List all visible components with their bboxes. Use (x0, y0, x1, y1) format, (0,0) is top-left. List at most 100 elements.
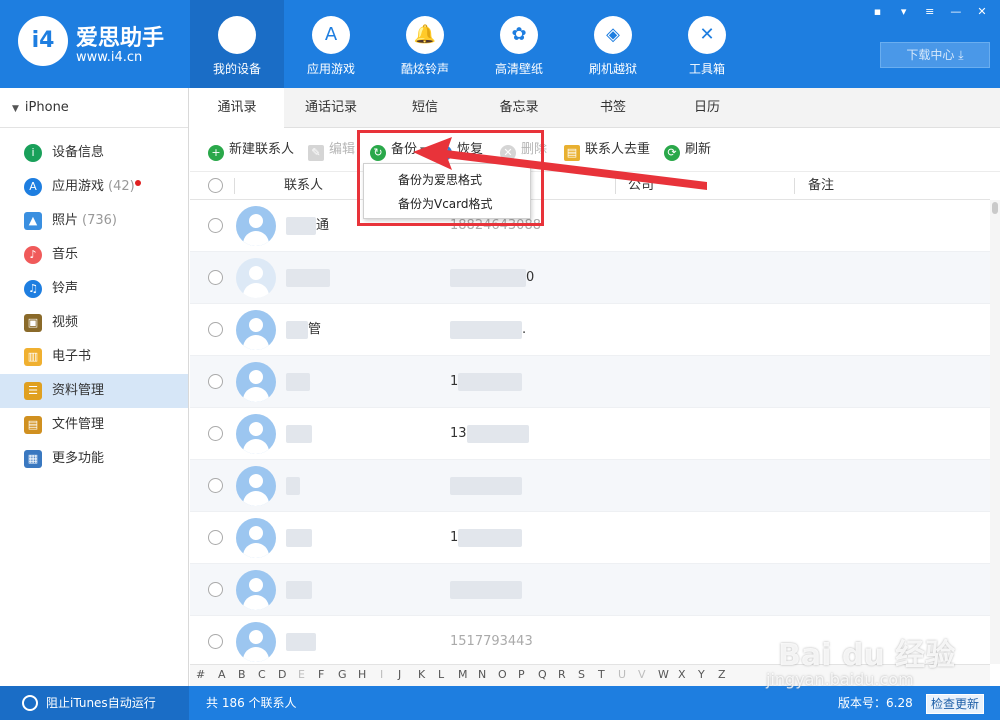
edit-button[interactable]: ✎ 编辑 (308, 141, 355, 161)
alphabet-letter[interactable]: Z (718, 668, 726, 681)
table-row[interactable]: 通 18824643088 (190, 200, 990, 252)
alphabet-letter[interactable]: J (398, 668, 401, 681)
alphabet-letter[interactable]: O (498, 668, 507, 681)
alphabet-letter[interactable]: T (598, 668, 605, 681)
alphabet-letter[interactable]: C (258, 668, 266, 681)
alphabet-letter[interactable]: S (578, 668, 585, 681)
avatar (236, 206, 276, 246)
backup-as-vcard-format[interactable]: 备份为Vcard格式 (364, 192, 530, 216)
nav-ringtones[interactable]: 🔔 酷炫铃声 (378, 0, 472, 88)
alphabet-letter[interactable]: B (238, 668, 246, 681)
alphabet-letter[interactable]: I (380, 668, 383, 681)
nav-flash-jailbreak[interactable]: ◈ 刷机越狱 (566, 0, 660, 88)
tab-calendar[interactable]: 日历 (660, 88, 754, 128)
sidebar-item-label: 应用游戏 (52, 179, 105, 194)
app-header: i4 爱思助手 www.i4.cn 我的设备 A 应用游戏 🔔 酷炫铃声 ✿ 高… (0, 0, 1000, 88)
column-contact[interactable]: 联系人 (284, 172, 323, 200)
alphabet-letter[interactable]: H (358, 668, 366, 681)
scrollbar-thumb[interactable] (992, 202, 998, 214)
tab-bookmarks[interactable]: 书签 (566, 88, 660, 128)
tab-notes[interactable]: 备忘录 (472, 88, 566, 128)
alphabet-letter[interactable]: M (458, 668, 468, 681)
sidebar-item-data-management[interactable]: ☰ 资料管理 (0, 374, 188, 408)
feedback-icon[interactable]: ▪ (867, 4, 887, 20)
alphabet-letter[interactable]: L (438, 668, 444, 681)
alphabet-letter[interactable]: G (338, 668, 347, 681)
restore-button[interactable]: ↺ 恢复 (436, 141, 483, 161)
delete-button[interactable]: ✕ 删除 (500, 141, 547, 161)
alphabet-letter[interactable]: Y (698, 668, 705, 681)
table-row[interactable]: 13 (190, 408, 990, 460)
nav-my-device[interactable]: 我的设备 (190, 0, 284, 88)
tab-messages[interactable]: 短信 (378, 88, 472, 128)
logo-text: 爱思助手 (76, 26, 165, 51)
minimize-icon[interactable]: — (946, 4, 966, 20)
alphabet-letter[interactable]: V (638, 668, 646, 681)
sidebar-item-video[interactable]: ▣ 视频 (0, 306, 188, 340)
alphabet-letter[interactable]: E (298, 668, 305, 681)
table-row[interactable]: 1 (190, 356, 990, 408)
music-icon: ♪ (24, 246, 42, 264)
download-center-button[interactable]: 下载中心 ⤓ (880, 42, 990, 68)
sidebar-item-music[interactable]: ♪ 音乐 (0, 238, 188, 272)
sidebar-item-more[interactable]: ▦ 更多功能 (0, 442, 188, 476)
row-checkbox[interactable] (208, 582, 223, 597)
row-checkbox[interactable] (208, 322, 223, 337)
alphabet-letter[interactable]: F (318, 668, 324, 681)
tab-call-log[interactable]: 通话记录 (284, 88, 378, 128)
column-note[interactable]: 备注 (808, 172, 834, 200)
alphabet-letter[interactable]: K (418, 668, 425, 681)
table-row[interactable] (190, 460, 990, 512)
device-name: iPhone (24, 100, 69, 115)
menu-icon[interactable]: ≡ (920, 4, 940, 20)
alphabet-letter[interactable]: A (218, 668, 226, 681)
alphabet-letter[interactable]: # (196, 668, 205, 681)
select-all-checkbox[interactable] (208, 178, 223, 193)
contact-phone-text: . (522, 322, 527, 337)
check-update-button[interactable]: 检查更新 (926, 694, 984, 714)
device-selector[interactable]: ▼ iPhone (0, 88, 188, 128)
row-checkbox[interactable] (208, 634, 223, 649)
table-row[interactable]: 0 (190, 252, 990, 304)
more-icon: ▦ (24, 450, 42, 468)
table-row[interactable] (190, 564, 990, 616)
alphabet-letter[interactable]: D (278, 668, 286, 681)
refresh-button[interactable]: ⟳ 刷新 (664, 141, 711, 161)
skin-icon[interactable]: ▾ (894, 4, 914, 20)
scrollbar[interactable] (990, 200, 1000, 664)
block-itunes-toggle[interactable]: 阻止iTunes自动运行 (0, 686, 189, 720)
alphabet-letter[interactable]: U (618, 668, 626, 681)
backup-button[interactable]: ↻ 备份 ▼ (370, 141, 427, 161)
backup-as-i4-format[interactable]: 备份为爱思格式 (364, 168, 530, 192)
row-checkbox[interactable] (208, 478, 223, 493)
sidebar-item-device-info[interactable]: i 设备信息 (0, 136, 188, 170)
row-checkbox[interactable] (208, 530, 223, 545)
table-row[interactable]: 1517793443 (190, 616, 990, 664)
row-checkbox[interactable] (208, 374, 223, 389)
dedupe-contacts-button[interactable]: ▤ 联系人去重 (564, 141, 650, 161)
sidebar-item-ebooks[interactable]: ▥ 电子书 (0, 340, 188, 374)
table-row[interactable]: 1 (190, 512, 990, 564)
column-company[interactable]: 公司 (628, 172, 654, 200)
sidebar-item-file-management[interactable]: ▤ 文件管理 (0, 408, 188, 442)
alphabet-letter[interactable]: X (678, 668, 686, 681)
tab-contacts[interactable]: 通讯录 (190, 88, 284, 129)
sidebar-item-ringtones[interactable]: ♫ 铃声 (0, 272, 188, 306)
close-icon[interactable]: ✕ (972, 4, 992, 20)
sidebar-item-apps[interactable]: A 应用游戏 (42) (0, 170, 188, 204)
table-row[interactable]: 管 . (190, 304, 990, 356)
nav-apps[interactable]: A 应用游戏 (284, 0, 378, 88)
row-checkbox[interactable] (208, 426, 223, 441)
alphabet-letter[interactable]: R (558, 668, 566, 681)
row-checkbox[interactable] (208, 270, 223, 285)
row-checkbox[interactable] (208, 218, 223, 233)
alphabet-letter[interactable]: P (518, 668, 525, 681)
sidebar: ▼ iPhone i 设备信息 A 应用游戏 (42) ▲ 照片 (736) ♪ 音乐 ♫ 铃声… (0, 88, 189, 686)
alphabet-letter[interactable]: Q (538, 668, 547, 681)
alphabet-letter[interactable]: N (478, 668, 486, 681)
sidebar-item-photos[interactable]: ▲ 照片 (736) (0, 204, 188, 238)
new-contact-button[interactable]: + 新建联系人 (208, 141, 294, 161)
alphabet-letter[interactable]: W (658, 668, 669, 681)
nav-toolbox[interactable]: ✕ 工具箱 (660, 0, 754, 88)
nav-wallpapers[interactable]: ✿ 高清壁纸 (472, 0, 566, 88)
